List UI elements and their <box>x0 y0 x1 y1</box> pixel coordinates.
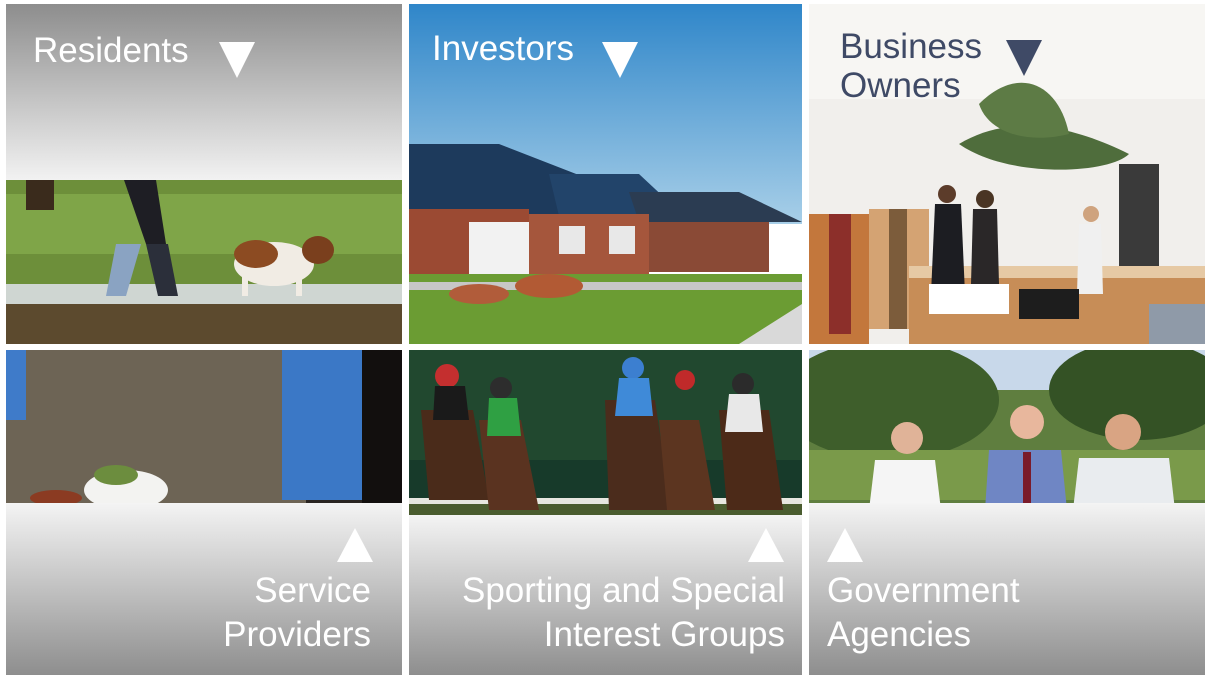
government-agencies-label-line2: Agencies <box>827 615 971 654</box>
business-owners-label-line2: Owners <box>840 66 961 105</box>
residents-tile[interactable]: Residents <box>6 4 402 344</box>
business-owners-tile[interactable]: Business Owners <box>809 4 1205 344</box>
business-owners-label-line1: Business <box>840 27 983 66</box>
government-agencies-tile[interactable]: Government Agencies <box>809 350 1205 675</box>
triangle-down-icon <box>602 42 638 78</box>
residents-label: Residents <box>33 31 189 70</box>
triangle-down-icon <box>1006 40 1042 76</box>
sporting-groups-label-line2: Interest Groups <box>543 615 785 654</box>
sporting-groups-label-line1: Sporting and Special <box>462 571 785 610</box>
government-agencies-label-line1: Government <box>827 571 1020 610</box>
investors-tile[interactable]: Investors <box>409 4 802 344</box>
triangle-up-icon <box>827 528 863 562</box>
investors-label: Investors <box>432 29 574 68</box>
service-providers-label-line1: Service <box>254 571 371 610</box>
triangle-down-icon <box>219 42 255 78</box>
service-providers-tile[interactable]: Service Providers <box>6 350 402 675</box>
sporting-groups-tile[interactable]: Sporting and Special Interest Groups <box>409 350 802 675</box>
service-providers-label-line2: Providers <box>223 615 371 654</box>
triangle-up-icon <box>748 528 784 562</box>
triangle-up-icon <box>337 528 373 562</box>
